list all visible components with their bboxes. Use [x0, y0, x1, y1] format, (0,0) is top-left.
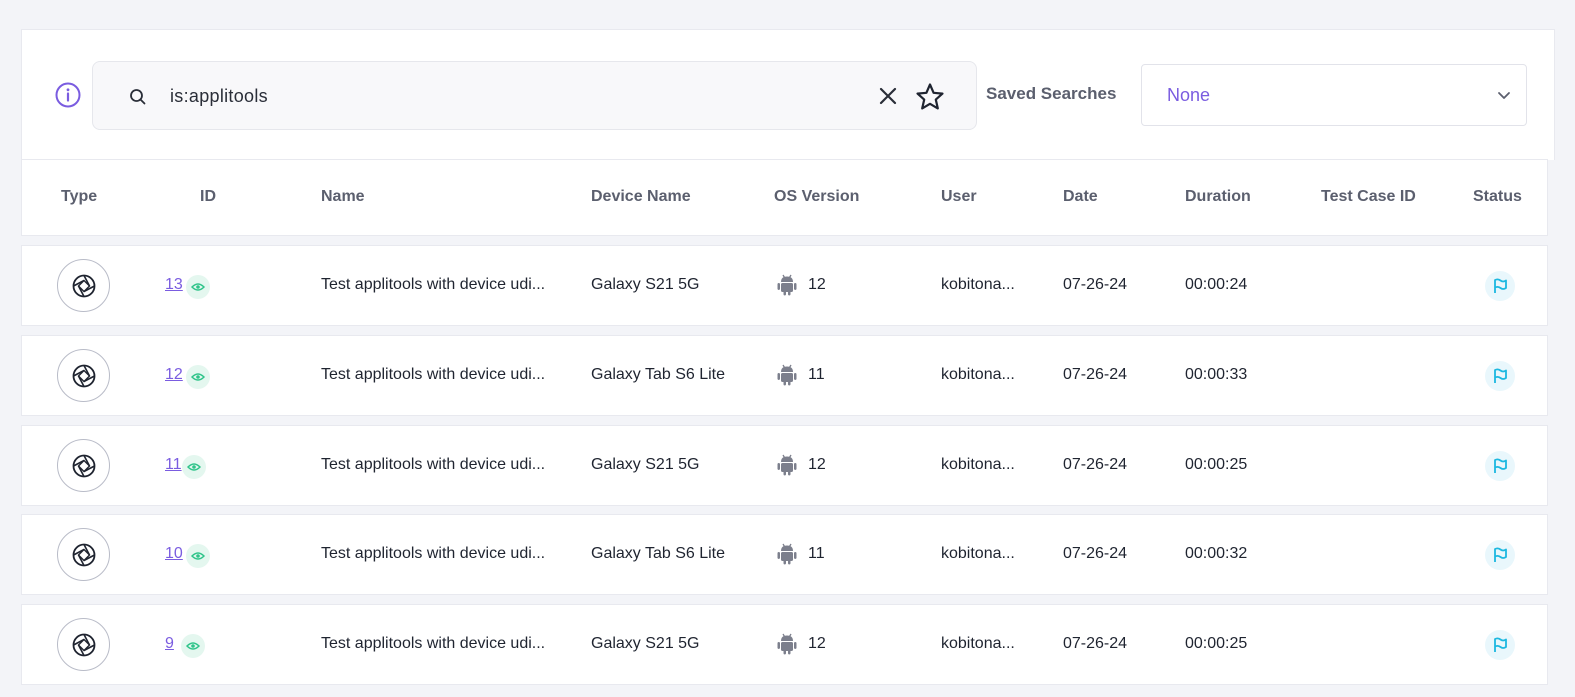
column-header-name[interactable]: Name	[321, 188, 365, 206]
duration: 00:00:32	[1185, 545, 1248, 562]
os-version: 11	[808, 366, 825, 383]
table-row[interactable]: 13 Test applitools with device udi... Ga…	[21, 245, 1548, 326]
android-icon	[777, 633, 797, 655]
user: kobitona...	[941, 456, 1015, 473]
column-header-os-version[interactable]: OS Version	[774, 188, 859, 206]
flag-icon[interactable]	[1485, 540, 1515, 570]
eye-icon[interactable]	[186, 544, 210, 568]
date: 07-26-24	[1063, 366, 1128, 383]
chevron-down-icon	[1496, 87, 1512, 103]
android-icon	[777, 454, 797, 476]
date: 07-26-24	[1063, 276, 1128, 293]
flag-icon[interactable]	[1485, 630, 1515, 660]
column-header-device-name[interactable]: Device Name	[591, 188, 691, 206]
flag-icon[interactable]	[1485, 271, 1515, 301]
eye-icon[interactable]	[186, 365, 210, 389]
android-icon	[777, 274, 797, 296]
date: 07-26-24	[1063, 545, 1128, 562]
close-icon[interactable]	[878, 86, 898, 106]
user: kobitona...	[941, 545, 1015, 562]
test-name: Test applitools with device udi...	[321, 635, 546, 652]
os-version: 11	[808, 545, 825, 562]
os-version: 12	[808, 276, 826, 293]
android-icon	[777, 364, 797, 386]
eye-icon[interactable]	[186, 275, 210, 299]
date: 07-26-24	[1063, 456, 1128, 473]
android-icon	[777, 543, 797, 565]
table-row[interactable]: 11 Test applitools with device udi... Ga…	[21, 425, 1548, 506]
search-box	[92, 61, 977, 130]
test-id-link[interactable]: 12	[165, 366, 183, 384]
duration: 00:00:25	[1185, 456, 1248, 473]
device-name: Galaxy Tab S6 Lite	[591, 545, 726, 562]
aperture-icon	[57, 528, 110, 581]
user: kobitona...	[941, 366, 1015, 383]
table-header: Type ID Name Device Name OS Version User…	[21, 159, 1548, 236]
column-header-test-case-id[interactable]: Test Case ID	[1321, 188, 1416, 206]
date: 07-26-24	[1063, 635, 1128, 652]
aperture-icon	[57, 259, 110, 312]
device-name: Galaxy S21 5G	[591, 635, 700, 652]
column-header-id[interactable]: ID	[200, 188, 216, 206]
aperture-icon	[57, 618, 110, 671]
search-panel: Saved Searches None	[21, 29, 1555, 160]
test-name: Test applitools with device udi...	[321, 366, 546, 383]
duration: 00:00:24	[1185, 276, 1248, 293]
test-name: Test applitools with device udi...	[321, 545, 546, 562]
table-row[interactable]: 12 Test applitools with device udi... Ga…	[21, 335, 1548, 416]
table-row[interactable]: 10 Test applitools with device udi... Ga…	[21, 514, 1548, 595]
search-input[interactable]	[170, 82, 850, 110]
device-name: Galaxy S21 5G	[591, 456, 700, 473]
column-header-duration[interactable]: Duration	[1185, 188, 1251, 206]
device-name: Galaxy S21 5G	[591, 276, 700, 293]
star-icon[interactable]	[915, 82, 945, 112]
table-row[interactable]: 9 Test applitools with device udi... Gal…	[21, 604, 1548, 685]
saved-searches-select[interactable]: None	[1141, 64, 1527, 126]
flag-icon[interactable]	[1485, 451, 1515, 481]
eye-icon[interactable]	[182, 455, 206, 479]
os-version: 12	[808, 456, 826, 473]
user: kobitona...	[941, 635, 1015, 652]
duration: 00:00:25	[1185, 635, 1248, 652]
column-header-type[interactable]: Type	[61, 188, 97, 206]
test-id-link[interactable]: 13	[165, 276, 183, 294]
aperture-icon	[57, 349, 110, 402]
saved-searches-value: None	[1167, 85, 1211, 105]
aperture-icon	[57, 439, 110, 492]
saved-searches-label: Saved Searches	[986, 84, 1117, 103]
flag-icon[interactable]	[1485, 361, 1515, 391]
column-header-user[interactable]: User	[941, 188, 977, 206]
test-name: Test applitools with device udi...	[321, 276, 546, 293]
column-header-status[interactable]: Status	[1473, 188, 1522, 206]
info-icon[interactable]	[55, 82, 81, 108]
duration: 00:00:33	[1185, 366, 1248, 383]
eye-icon[interactable]	[181, 634, 205, 658]
search-icon	[129, 88, 147, 106]
test-id-link[interactable]: 11	[165, 456, 182, 474]
user: kobitona...	[941, 276, 1015, 293]
test-id-link[interactable]: 9	[165, 635, 174, 653]
device-name: Galaxy Tab S6 Lite	[591, 366, 726, 383]
test-id-link[interactable]: 10	[165, 545, 183, 563]
column-header-date[interactable]: Date	[1063, 188, 1098, 206]
os-version: 12	[808, 635, 826, 652]
test-name: Test applitools with device udi...	[321, 456, 546, 473]
